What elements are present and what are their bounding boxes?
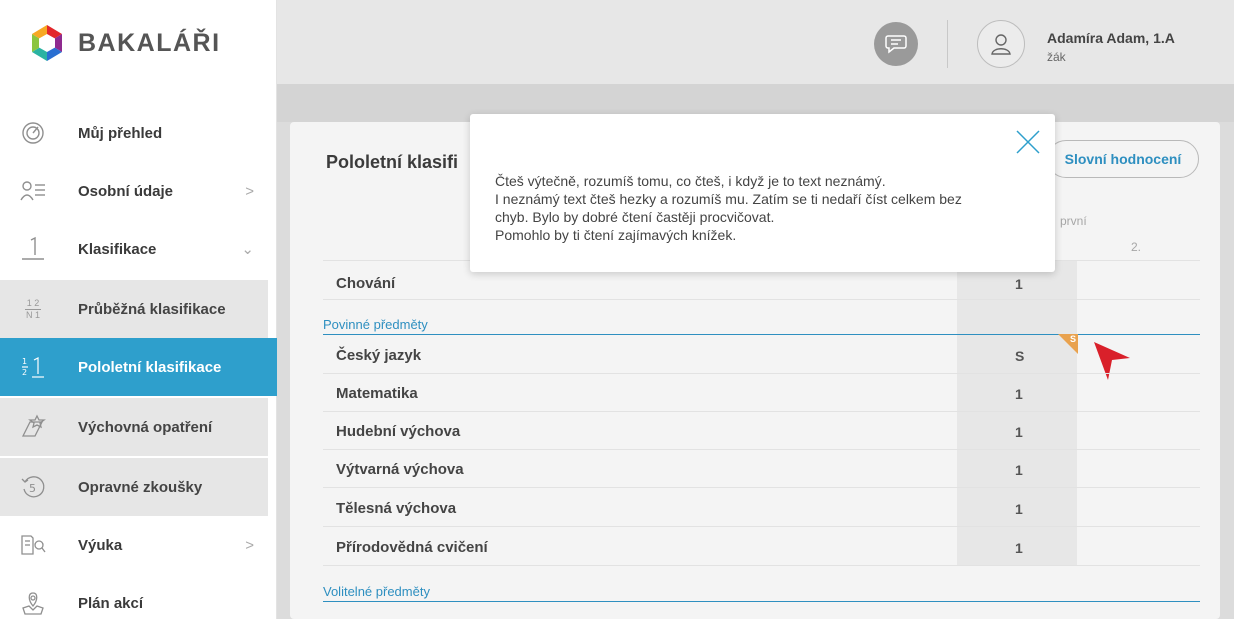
user-name[interactable]: Adamíra Adam, 1.A xyxy=(1047,30,1175,46)
divider xyxy=(323,526,1200,527)
sidebar-item-label: Výchovná opatření xyxy=(78,418,213,436)
subject-label: Výtvarná výchova xyxy=(336,461,464,478)
sidebar-item-label: Klasifikace xyxy=(78,240,157,258)
period-header: první xyxy=(1060,214,1087,228)
sidebar-item-pololetni-klasifikace[interactable]: 12 Pololetní klasifikace xyxy=(0,338,277,396)
verbal-evaluation-button[interactable]: Slovní hodnocení xyxy=(1047,140,1199,178)
half-one-icon: 12 xyxy=(18,354,48,380)
sidebar-item-label: Opravné zkoušky xyxy=(78,478,203,496)
grade-value[interactable]: 1 xyxy=(1015,501,1023,517)
subject-label: Matematika xyxy=(336,385,418,402)
sidebar-item-label: Můj přehled xyxy=(78,124,163,142)
grade-column xyxy=(957,260,1077,565)
retry-five-icon: 5 xyxy=(18,474,48,500)
app-name: BAKALÁŘI xyxy=(78,28,221,57)
svg-text:2: 2 xyxy=(22,368,27,377)
popup-line: I neznámý text čteš hezky a rozumíš mu. … xyxy=(495,191,962,207)
popup-line: Čteš výtečně, rozumíš tomu, co čteš, i k… xyxy=(495,173,886,189)
avatar[interactable] xyxy=(977,20,1025,68)
topbar-divider xyxy=(947,20,948,68)
subject-label: Tělesná výchova xyxy=(336,500,457,517)
verbal-note-marker-label: S xyxy=(1070,334,1077,344)
map-pin-icon xyxy=(18,590,48,616)
sidebar-item-label: Průběžná klasifikace xyxy=(78,300,226,318)
fraction-bottom: N 1 xyxy=(25,309,40,320)
award-icon xyxy=(18,414,48,440)
column-header: 2. xyxy=(1131,240,1142,254)
grade-value[interactable]: 1 xyxy=(1015,462,1023,478)
grade-value[interactable]: 1 xyxy=(1015,424,1023,440)
divider xyxy=(323,411,1200,412)
grade-value[interactable]: 1 xyxy=(1015,540,1023,556)
sidebar-item-label: Plán akcí xyxy=(78,594,144,612)
verbal-evaluation-popup: Čteš výtečně, rozumíš tomu, co čteš, i k… xyxy=(470,114,1055,272)
svg-text:1: 1 xyxy=(22,357,27,366)
section-mandatory: Povinné předměty xyxy=(323,317,1200,335)
chevron-down-icon: ⌄ xyxy=(241,241,254,258)
arrow-pointer-icon xyxy=(1094,342,1130,380)
sidebar-item-vychovna-opatreni[interactable]: Výchovná opatření xyxy=(0,398,268,456)
sidebar-item-prubezna-klasifikace[interactable]: 1 2N 1 Průběžná klasifikace xyxy=(0,280,268,338)
grade-value[interactable]: 1 xyxy=(1015,386,1023,402)
grade-value[interactable]: S xyxy=(1015,348,1024,364)
sidebar-item-vyuka[interactable]: Výuka > xyxy=(0,516,268,574)
subject-label: Hudební výchova xyxy=(336,423,461,440)
top-bar: Adamíra Adam, 1.A žák xyxy=(277,0,1234,84)
user-icon xyxy=(991,34,1011,55)
divider xyxy=(323,373,1200,374)
sidebar-item-label: Osobní údaje xyxy=(78,182,174,200)
chevron-right-icon: > xyxy=(245,536,254,554)
divider xyxy=(323,565,1200,566)
popup-line: chyb. Bylo by dobré čtení častěji procvi… xyxy=(495,209,775,225)
page-title: Pololetní klasifi xyxy=(326,152,459,172)
sidebar-item-osobni-udaje[interactable]: Osobní údaje > xyxy=(0,162,268,220)
close-icon[interactable] xyxy=(1015,129,1041,155)
divider xyxy=(323,299,1200,300)
sidebar-item-label: Výuka xyxy=(78,536,123,554)
subject-label: Přírodovědná cvičení xyxy=(336,539,488,556)
fraction-top: 1 2 xyxy=(26,297,40,308)
subject-label: Chování xyxy=(336,275,396,292)
retry-badge: 5 xyxy=(29,482,36,495)
sidebar-item-opravne-zkousky[interactable]: 5 Opravné zkoušky xyxy=(0,458,268,516)
sidebar-item-label: Pololetní klasifikace xyxy=(78,358,222,376)
message-button[interactable] xyxy=(874,22,918,66)
book-search-icon xyxy=(18,533,48,557)
divider xyxy=(323,449,1200,450)
bakalari-logo-icon xyxy=(32,25,62,61)
gauge-icon xyxy=(18,121,48,145)
section-optional: Volitelné předměty xyxy=(323,584,1200,602)
user-role: žák xyxy=(1047,50,1066,64)
popup-line: Pomohlo by ti čtení zajímavých knížek. xyxy=(495,227,737,243)
app-logo[interactable]: BAKALÁŘI xyxy=(30,24,221,62)
popup-text: Čteš výtečně, rozumíš tomu, co čteš, i k… xyxy=(495,172,1015,244)
person-card-icon xyxy=(18,180,48,202)
message-icon xyxy=(885,35,907,54)
chevron-right-icon: > xyxy=(245,182,254,200)
divider xyxy=(323,487,1200,488)
grade-value[interactable]: 1 xyxy=(1015,276,1023,292)
fraction-icon: 1 2N 1 xyxy=(18,297,48,320)
sidebar-item-plan-akci[interactable]: Plán akcí xyxy=(0,574,268,619)
sidebar-item-prehled[interactable]: Můj přehled xyxy=(0,104,268,162)
grade-one-icon xyxy=(18,236,48,262)
subject-label: Český jazyk xyxy=(336,347,422,364)
sidebar: BAKALÁŘI Můj přehled Osobní údaje > Klas… xyxy=(0,0,277,619)
sidebar-item-klasifikace[interactable]: Klasifikace ⌄ xyxy=(0,220,268,278)
